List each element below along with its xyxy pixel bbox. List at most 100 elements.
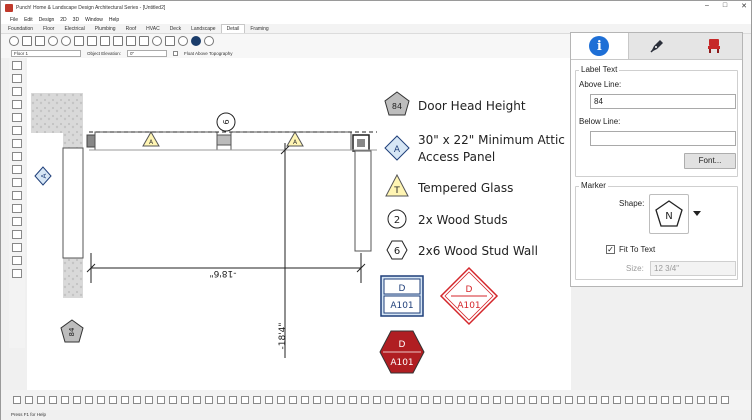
- floor-select[interactable]: Floor 1: [11, 49, 81, 57]
- tab-deck[interactable]: Deck: [165, 25, 186, 33]
- view-tool-icon[interactable]: [481, 396, 489, 404]
- menu-help[interactable]: Help: [109, 17, 119, 23]
- view-tool-icon[interactable]: [541, 396, 549, 404]
- view-tool-icon[interactable]: [133, 396, 141, 404]
- delete-point-tool-icon[interactable]: [12, 126, 22, 135]
- view-tool-icon[interactable]: [721, 396, 729, 404]
- view-tool-icon[interactable]: [169, 396, 177, 404]
- view-tool-icon[interactable]: [373, 396, 381, 404]
- view-tool-icon[interactable]: [217, 396, 225, 404]
- below-line-input[interactable]: [590, 131, 736, 146]
- view-tool-icon[interactable]: [25, 396, 33, 404]
- view-tool-icon[interactable]: [205, 396, 213, 404]
- tab-furniture[interactable]: [685, 33, 742, 59]
- view-tool-icon[interactable]: [325, 396, 333, 404]
- tab-plumbing[interactable]: Plumbing: [90, 25, 121, 33]
- view-tool-icon[interactable]: [469, 396, 477, 404]
- view-tool-icon[interactable]: [685, 396, 693, 404]
- dimension-tool-icon[interactable]: [12, 178, 22, 187]
- view-tool-icon[interactable]: [421, 396, 429, 404]
- menu-file[interactable]: File: [10, 17, 18, 23]
- polyline-tool-icon[interactable]: [100, 36, 110, 46]
- above-line-input[interactable]: 84: [590, 94, 736, 109]
- view-tool-icon[interactable]: [625, 396, 633, 404]
- view-tool-icon[interactable]: [85, 396, 93, 404]
- object-elevation-select[interactable]: 0": [127, 49, 168, 57]
- chevron-down-icon[interactable]: [693, 211, 701, 217]
- callout-tool-icon[interactable]: [152, 36, 162, 46]
- view-tool-icon[interactable]: [361, 396, 369, 404]
- view-tool-icon[interactable]: [601, 396, 609, 404]
- tab-landscape[interactable]: Landscape: [186, 25, 220, 33]
- view-tool-icon[interactable]: [337, 396, 345, 404]
- view-tool-icon[interactable]: [97, 396, 105, 404]
- view-tool-icon[interactable]: [145, 396, 153, 404]
- drawing-canvas[interactable]: A A 6 A -18'6" -18'4" 84 84 Door Head He…: [27, 58, 571, 390]
- view-tool-icon[interactable]: [181, 396, 189, 404]
- view-tool-icon[interactable]: [109, 396, 117, 404]
- text-tool-icon[interactable]: [126, 36, 136, 46]
- view-tool-icon[interactable]: [637, 396, 645, 404]
- menu-2d[interactable]: 2D: [60, 17, 66, 23]
- view-tool-icon[interactable]: [493, 396, 501, 404]
- view-tool-icon[interactable]: [385, 396, 393, 404]
- view-tool-icon[interactable]: [265, 396, 273, 404]
- view-tool-icon[interactable]: [589, 396, 597, 404]
- tab-foundation[interactable]: Foundation: [3, 25, 38, 33]
- library-tool-icon[interactable]: [12, 269, 22, 278]
- view-tool-icon[interactable]: [661, 396, 669, 404]
- menu-3d[interactable]: 3D: [73, 17, 79, 23]
- minimize-button[interactable]: –: [705, 2, 709, 10]
- view-tool-icon[interactable]: [289, 396, 297, 404]
- view-tool-icon[interactable]: [13, 396, 21, 404]
- tab-floor[interactable]: Floor: [38, 25, 59, 33]
- float-above-topography-checkbox[interactable]: [173, 50, 179, 56]
- view-tool-icon[interactable]: [313, 396, 321, 404]
- view-tool-icon[interactable]: [241, 396, 249, 404]
- label-tool-icon[interactable]: [139, 36, 149, 46]
- tab-electrical[interactable]: Electrical: [59, 25, 89, 33]
- chain-tool-icon[interactable]: [12, 152, 22, 161]
- ellipse-tool-icon[interactable]: [61, 36, 71, 46]
- maximize-button[interactable]: □: [723, 2, 727, 10]
- view-tool-icon[interactable]: [277, 396, 285, 404]
- stairs-tool-icon[interactable]: [12, 243, 22, 252]
- view-tool-icon[interactable]: [253, 396, 261, 404]
- measure-tool-icon[interactable]: [12, 191, 22, 200]
- shape-selector[interactable]: N: [649, 194, 689, 234]
- view-tool-icon[interactable]: [193, 396, 201, 404]
- view-tool-icon[interactable]: [409, 396, 417, 404]
- wave-tool-icon[interactable]: [12, 217, 22, 226]
- marker-tool-icon[interactable]: [178, 36, 188, 46]
- tab-detail[interactable]: Detail: [220, 24, 246, 33]
- tab-hvac[interactable]: HVAC: [141, 25, 165, 33]
- view-tool-icon[interactable]: [157, 396, 165, 404]
- close-button[interactable]: ✕: [741, 2, 747, 10]
- rectangle-tool-icon[interactable]: [35, 36, 45, 46]
- view-tool-icon[interactable]: [565, 396, 573, 404]
- font-button[interactable]: Font...: [684, 153, 736, 169]
- view-tool-icon[interactable]: [457, 396, 465, 404]
- view-tool-icon[interactable]: [73, 396, 81, 404]
- arc-tool-icon[interactable]: [74, 36, 84, 46]
- add-point-tool-icon[interactable]: [12, 113, 22, 122]
- view-tool-icon[interactable]: [229, 396, 237, 404]
- trim-tool-icon[interactable]: [12, 139, 22, 148]
- view-tool-icon[interactable]: [709, 396, 717, 404]
- rotate-tool-icon[interactable]: [12, 87, 22, 96]
- line-tool-icon[interactable]: [22, 36, 32, 46]
- view-tool-icon[interactable]: [397, 396, 405, 404]
- view-tool-icon[interactable]: [121, 396, 129, 404]
- curve-tool-icon[interactable]: [12, 204, 22, 213]
- spline-tool-icon[interactable]: [113, 36, 123, 46]
- view-tool-icon[interactable]: [649, 396, 657, 404]
- pointer-tool-icon[interactable]: [12, 74, 22, 83]
- section-tool-icon[interactable]: [204, 36, 214, 46]
- view-tool-icon[interactable]: [433, 396, 441, 404]
- tab-roof[interactable]: Roof: [121, 25, 142, 33]
- view-tool-icon[interactable]: [517, 396, 525, 404]
- snap-tool-icon[interactable]: [12, 256, 22, 265]
- hatch-tool-icon[interactable]: [165, 36, 175, 46]
- circle-tool-icon[interactable]: [48, 36, 58, 46]
- break-line-tool-icon[interactable]: [12, 230, 22, 239]
